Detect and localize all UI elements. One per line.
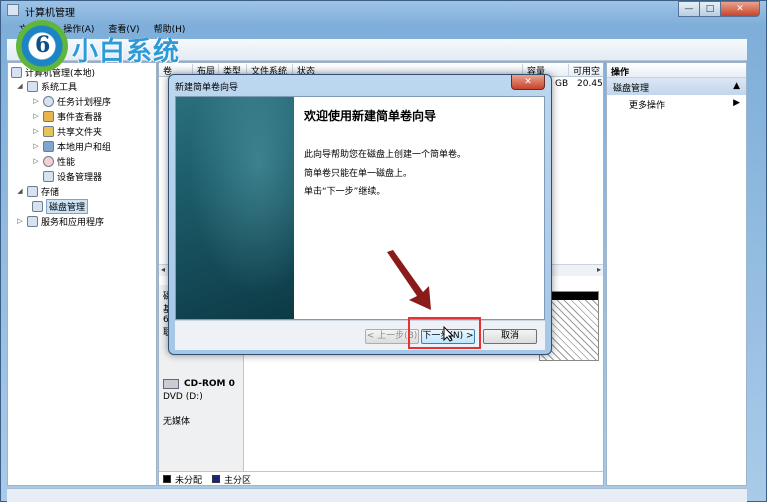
xiaobai-logo: 6 小白系统 <box>16 20 206 72</box>
collapse-arrow-icon[interactable]: ◢ <box>16 187 24 195</box>
tree-item-label: 服务和应用程序 <box>41 217 105 228</box>
disk-management-icon <box>32 200 43 212</box>
title-bar[interactable]: 计算机管理 — □ ✕ <box>1 1 766 20</box>
new-simple-volume-wizard: 新建简单卷向导 ✕ 欢迎使用新建简单卷向导 此向导帮助您在磁盘上创建一个简单卷。… <box>168 74 552 355</box>
tree-item-event-viewer[interactable]: ▷ 事件查看器 <box>32 109 102 123</box>
scroll-right-icon[interactable]: ▸ <box>597 265 601 274</box>
tree-item-disk-management[interactable]: 磁盘管理 <box>32 198 89 214</box>
mouse-cursor-icon <box>443 326 455 342</box>
expand-arrow-icon[interactable]: ▷ <box>32 157 40 165</box>
tree-item-label: 本地用户和组 <box>57 142 112 153</box>
tree-item-label: 共享文件夹 <box>57 127 103 138</box>
close-button[interactable]: ✕ <box>720 1 760 17</box>
status-bar <box>7 488 747 502</box>
clock-icon <box>43 95 54 107</box>
tree-item-label: 事件查看器 <box>57 112 103 123</box>
tree-item-label: 任务计划程序 <box>57 97 112 108</box>
users-icon <box>43 140 54 152</box>
window-controls: — □ ✕ <box>678 1 760 17</box>
wizard-title: 新建简单卷向导 <box>175 83 239 93</box>
tree-item-performance[interactable]: ▷ 性能 <box>32 154 75 168</box>
collapse-up-icon[interactable]: ▲ <box>733 81 740 92</box>
storage-icon <box>27 185 38 197</box>
actions-header: 操作 <box>607 63 746 78</box>
tree-item-services-apps[interactable]: ▷ 服务和应用程序 <box>16 214 104 228</box>
legend-swatch-unallocated <box>163 475 171 483</box>
actions-section-disk-management[interactable]: 磁盘管理 ▲ <box>607 78 746 95</box>
event-viewer-icon <box>43 110 54 122</box>
disk-legend: 未分配 主分区 <box>159 471 603 486</box>
row-free-space: 20.45 <box>577 79 603 89</box>
cdrom-name: CD-ROM 0 <box>184 379 235 389</box>
collapse-arrow-icon[interactable]: ◢ <box>16 82 24 90</box>
tree-item-label: 性能 <box>57 157 76 168</box>
logo-digit: 6 <box>35 32 51 58</box>
tree-item-device-manager[interactable]: 设备管理器 <box>43 169 102 183</box>
scroll-left-icon[interactable]: ◂ <box>161 265 165 274</box>
expand-arrow-icon[interactable]: ▷ <box>32 142 40 150</box>
services-icon <box>27 215 38 227</box>
minimize-button[interactable]: — <box>678 1 700 17</box>
window-title: 计算机管理 <box>25 8 75 19</box>
wizard-heading: 欢迎使用新建简单卷向导 <box>304 109 437 123</box>
logo-brand-text: 小白系统 <box>72 37 181 67</box>
wizard-banner-image <box>176 97 294 319</box>
computer-management-icon <box>7 4 19 16</box>
annotation-arrow-icon <box>387 250 431 310</box>
tree-item-label: 设备管理器 <box>57 172 103 183</box>
expand-arrow-icon[interactable]: ▷ <box>16 217 24 225</box>
tools-icon <box>27 80 38 92</box>
wizard-text-line-1: 此向导帮助您在磁盘上创建一个简单卷。 <box>304 150 467 160</box>
tree-item-local-users[interactable]: ▷ 本地用户和组 <box>32 139 111 153</box>
expand-arrow-icon[interactable]: ▷ <box>32 127 40 135</box>
wizard-close-button[interactable]: ✕ <box>511 75 545 90</box>
tree-item-task-scheduler[interactable]: ▷ 任务计划程序 <box>32 94 111 108</box>
cdrom-0-label[interactable]: CD-ROM 0 DVD (D:) 无媒体 <box>159 375 244 471</box>
device-manager-icon <box>43 170 54 182</box>
wizard-body: 欢迎使用新建简单卷向导 此向导帮助您在磁盘上创建一个简单卷。 简单卷只能在单一磁… <box>175 96 545 320</box>
tree-item-shared-folders[interactable]: ▷ 共享文件夹 <box>32 124 102 138</box>
actions-section-label: 磁盘管理 <box>613 84 650 94</box>
performance-icon <box>43 155 54 167</box>
legend-swatch-primary <box>212 475 221 483</box>
console-tree: 计算机管理(本地) ◢ 系统工具 ▷ 任务计划程序 ▷ 事件查看器 ▷ 共享文件… <box>7 62 157 486</box>
expand-arrow-icon[interactable]: ▷ <box>32 112 40 120</box>
cdrom-drive: DVD (D:) <box>163 392 203 402</box>
legend-label-unallocated: 未分配 <box>175 475 203 486</box>
cancel-button[interactable]: 取消 <box>483 329 537 344</box>
maximize-button[interactable]: □ <box>699 1 721 17</box>
more-actions-label: 更多操作 <box>629 101 666 111</box>
logo-ring-icon: 6 <box>16 20 68 72</box>
tree-item-storage[interactable]: ◢ 存储 <box>16 184 59 198</box>
shared-folder-icon <box>43 125 54 137</box>
tree-item-system-tools[interactable]: ◢ 系统工具 <box>16 79 77 93</box>
wizard-footer: < 上一步(B) 下一步(N) > 取消 <box>175 320 545 350</box>
wizard-text-line-2: 简单卷只能在单一磁盘上。 <box>304 169 413 179</box>
cdrom-media-status: 无媒体 <box>163 417 191 427</box>
tree-item-label: 磁盘管理 <box>46 198 89 214</box>
row-capacity-unit: GB <box>555 79 569 89</box>
more-actions-item[interactable]: 更多操作 ▶ <box>607 95 746 112</box>
actions-pane: 操作 磁盘管理 ▲ 更多操作 ▶ <box>606 62 747 486</box>
wizard-text-line-3: 单击“下一步”继续。 <box>304 187 386 197</box>
legend-label-primary: 主分区 <box>224 475 252 486</box>
cdrom-icon <box>163 379 179 389</box>
submenu-arrow-icon: ▶ <box>733 98 740 108</box>
tree-item-label: 系统工具 <box>41 82 78 93</box>
tree-item-label: 存储 <box>41 187 60 198</box>
column-header-free[interactable]: 可用空 <box>569 64 605 77</box>
expand-arrow-icon[interactable]: ▷ <box>32 97 40 105</box>
